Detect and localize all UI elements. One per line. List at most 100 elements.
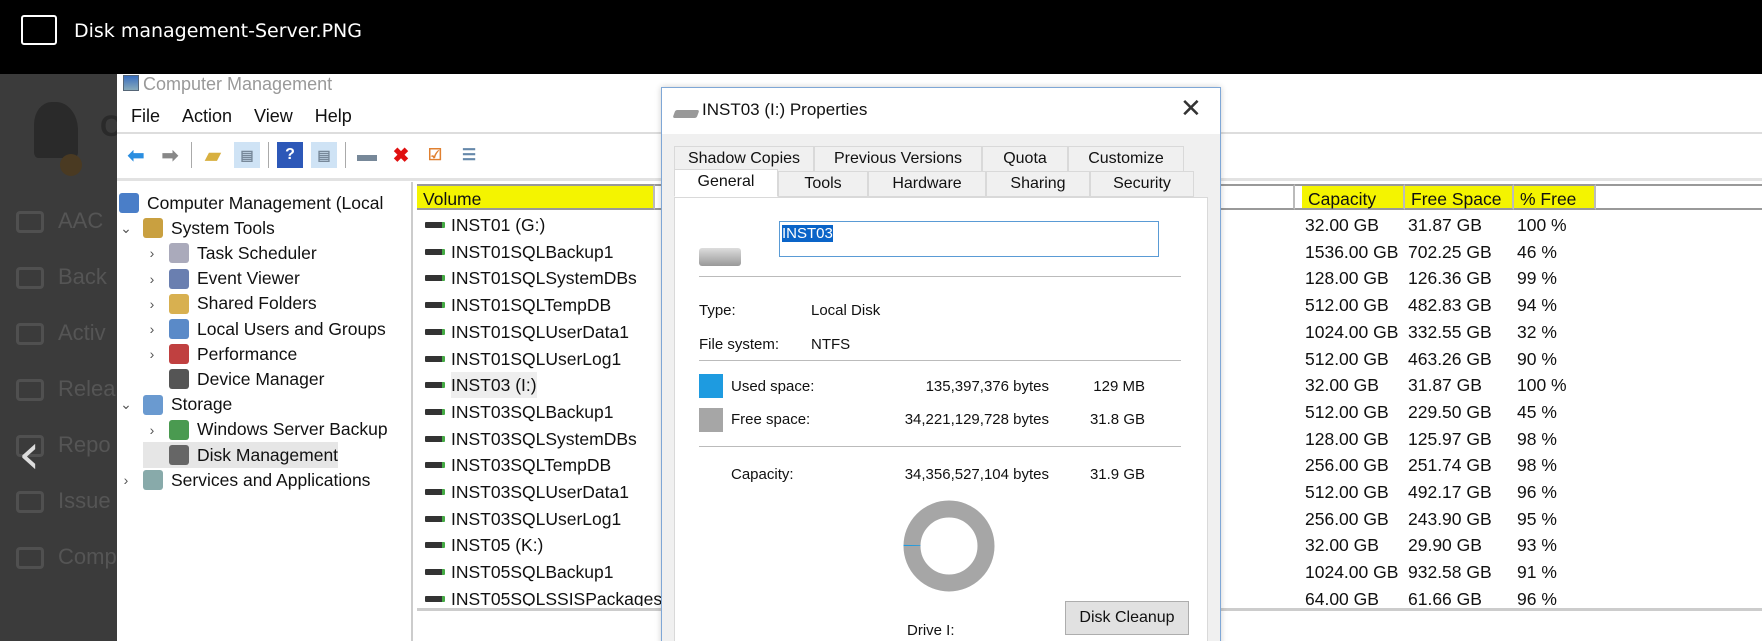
volume-name: INST03 (I:) [451, 372, 537, 399]
background-sidebar-item: Back [16, 264, 107, 290]
navigation-tree: Computer Management (Local ⌄ System Tools ›… [117, 182, 413, 641]
volume-cell: INST03SQLTempDB [425, 452, 611, 478]
free-space-ring [903, 500, 995, 592]
chevron-right-icon[interactable]: › [143, 245, 161, 261]
tree-item-services-and-applications[interactable]: › Services and Applications [117, 467, 370, 493]
volume-name: INST03SQLUserData1 [451, 482, 629, 502]
tree-node-icon [169, 369, 189, 390]
tree-node-icon [169, 293, 189, 314]
menu-view[interactable]: View [254, 106, 293, 127]
tree-item-task-scheduler[interactable]: › Task Scheduler [143, 240, 317, 266]
delete-icon[interactable]: ✖ [388, 142, 414, 168]
connect-drive-icon[interactable]: ▬ [354, 142, 380, 168]
tree-item-label: Event Viewer [197, 268, 300, 289]
image-edit-icon[interactable] [21, 15, 57, 45]
chevron-down-icon[interactable]: ⌄ [117, 396, 135, 413]
free-space-cell: 251.74 GB [1408, 455, 1492, 476]
show-hide-tree-icon[interactable]: ▤ [234, 142, 260, 168]
menu-help[interactable]: Help [315, 106, 352, 127]
tree-item-computer-management-local[interactable]: Computer Management (Local [119, 190, 383, 216]
capacity-cell: 512.00 GB [1305, 401, 1389, 422]
chevron-down-icon[interactable]: ⌄ [117, 220, 135, 237]
disk-cleanup-button[interactable]: Disk Cleanup [1065, 601, 1189, 635]
dialog-title-bar: INST03 (I:) Properties ✕ [662, 88, 1220, 134]
checklist-icon[interactable]: ☰ [456, 142, 482, 168]
up-folder-icon[interactable]: ▰ [200, 142, 226, 168]
tab-quota[interactable]: Quota [982, 146, 1068, 172]
menu-file[interactable]: File [131, 106, 160, 127]
chevron-right-icon[interactable]: › [117, 472, 135, 488]
capacity-cell: 64.00 GB [1305, 588, 1379, 606]
volume-cell: INST03SQLBackup1 [425, 399, 613, 425]
free-space-cell: 31.87 GB [1408, 215, 1482, 235]
volume-cell: INST03SQLUserLog1 [425, 506, 621, 532]
forward-arrow-icon[interactable]: ➡ [157, 142, 183, 168]
drive-icon [425, 302, 445, 309]
tab-general[interactable]: General [674, 169, 778, 197]
chevron-right-icon[interactable]: › [143, 321, 161, 337]
volume-name: INST03SQLUserLog1 [451, 508, 622, 529]
free-space-swatch [699, 408, 723, 432]
tree-item-performance[interactable]: › Performance [143, 341, 297, 367]
volume-cell: INST05SQLBackup1 [425, 559, 613, 585]
volume-name: INST03SQLSystemDBs [451, 428, 637, 449]
divider [191, 142, 192, 168]
chevron-right-icon[interactable]: › [143, 422, 161, 438]
sidebar-item-icon [16, 323, 44, 346]
tab-tools[interactable]: Tools [778, 171, 868, 197]
tree-item-windows-server-backup[interactable]: › Windows Server Backup [143, 417, 388, 443]
volume-name: INST05SQLBackup1 [451, 562, 614, 583]
chevron-left-icon[interactable]: ‹ [18, 427, 58, 486]
tab-customize[interactable]: Customize [1068, 146, 1184, 172]
chevron-right-icon[interactable]: › [143, 296, 161, 312]
menu-action[interactable]: Action [182, 106, 232, 127]
tab-hardware[interactable]: Hardware [868, 171, 986, 197]
sidebar-item-label: AAC [58, 208, 104, 233]
tree-item-disk-management[interactable]: Disk Management [143, 442, 339, 468]
divider [699, 276, 1181, 277]
volume-cell: INST01SQLSystemDBs [425, 265, 637, 291]
column-header-free-space[interactable]: Free Space [1405, 184, 1514, 210]
capacity-bytes: 34,356,527,104 bytes [904, 466, 1049, 483]
back-arrow-icon[interactable]: ⬅ [123, 142, 149, 168]
menu-bar: File Action View Help [131, 106, 352, 127]
volume-name-value: INST03 [782, 225, 833, 242]
column-header-capacity[interactable]: Capacity [1302, 184, 1405, 210]
volume-name: INST01 (G:) [451, 215, 546, 235]
viewer-file-name: Disk management-Server.PNG [74, 20, 362, 42]
tree-node-icon [169, 268, 189, 289]
sidebar-item-label: Back [58, 264, 107, 289]
chevron-right-icon[interactable]: › [143, 346, 161, 362]
volume-name-input[interactable]: INST03 [779, 221, 1159, 257]
free-space-cell: 463.26 GB [1408, 348, 1492, 369]
percent-free-cell: 98 % [1517, 428, 1557, 449]
drive-icon [425, 355, 445, 362]
toolbar: ⬅ ➡ ▰ ▤ ? ▤ ▬ ✖ ☑ ☰ [123, 140, 482, 170]
tab-sharing[interactable]: Sharing [986, 171, 1090, 197]
help-icon[interactable]: ? [277, 142, 303, 168]
free-space-cell: 482.83 GB [1408, 295, 1492, 316]
close-icon[interactable]: ✕ [1180, 94, 1202, 124]
properties-icon[interactable]: ☑ [422, 142, 448, 168]
tree-item-shared-folders[interactable]: › Shared Folders [143, 291, 317, 317]
tree-item-label: Local Users and Groups [197, 318, 386, 339]
column-header-volume[interactable]: Volume [417, 184, 655, 210]
volume-cell: INST01SQLTempDB [425, 292, 611, 318]
used-space-bytes: 135,397,376 bytes [925, 378, 1049, 395]
tree-item-storage[interactable]: ⌄ Storage [117, 392, 232, 418]
tree-node-icon [143, 218, 163, 239]
tree-item-event-viewer[interactable]: › Event Viewer [143, 266, 300, 292]
volume-name: INST03SQLTempDB [451, 455, 612, 476]
column-header-percent-free[interactable]: % Free [1514, 184, 1596, 210]
chevron-right-icon[interactable]: › [143, 271, 161, 287]
action-pane-icon[interactable]: ▤ [311, 142, 337, 168]
drive-icon [425, 542, 445, 549]
volume-name: INST01SQLBackup1 [451, 241, 614, 262]
tab-security[interactable]: Security [1090, 171, 1194, 197]
free-space-cell: 229.50 GB [1408, 401, 1492, 422]
tree-item-system-tools[interactable]: ⌄ System Tools [117, 215, 275, 241]
tree-item-local-users-and-groups[interactable]: › Local Users and Groups [143, 316, 386, 342]
tab-previous-versions[interactable]: Previous Versions [814, 146, 982, 172]
tree-item-device-manager[interactable]: Device Manager [143, 366, 324, 392]
drive-icon [672, 110, 700, 118]
